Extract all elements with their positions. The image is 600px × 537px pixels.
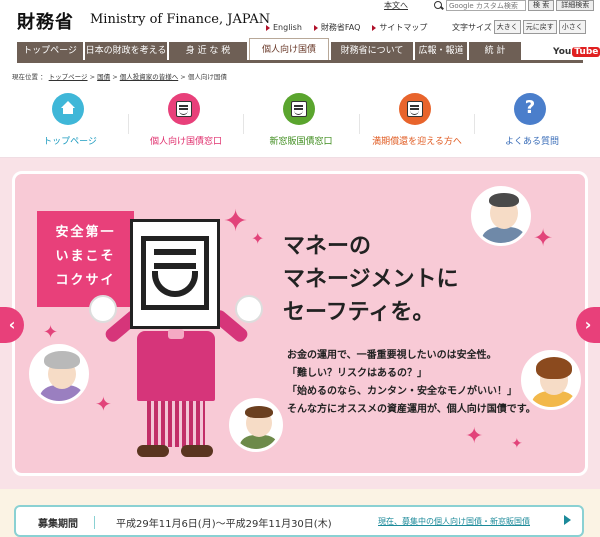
arrow-right-icon (372, 24, 377, 31)
site-header: 財務省 Ministry of Finance, JAPAN 本文へ 検 索 詳… (0, 0, 600, 42)
font-size-small-button[interactable]: 小さく (558, 20, 586, 34)
breadcrumb-current: 個人向け国債 (187, 73, 227, 81)
home-icon (52, 93, 84, 125)
gnav-item-tax[interactable]: 身 近 な 税 (169, 42, 247, 60)
sparkle-icon: ✦ (43, 322, 59, 343)
sparkle-icon: ✦ (95, 392, 112, 416)
mascot-face-icon (283, 93, 315, 125)
search-icon (434, 0, 444, 11)
english-link[interactable]: English (266, 22, 302, 33)
arrow-right-icon[interactable] (564, 515, 571, 525)
current-offerings-link[interactable]: 現在、募集中の個人向け国債・新窓販国債 (378, 516, 530, 527)
hero-body-text: お金の運用で、一番重要視したいのは安全性。 「難しい？リスクはあるの？」 「始め… (287, 350, 536, 415)
hero-banner[interactable]: 安全第一 いまこそ コクサイ ✦ ✦ ✦ ✦ ✦ ✦ ✦ マネーの マネージメン… (12, 171, 588, 476)
font-size-controls: 文字サイズ 大きく 元に戻す 小さく (452, 20, 586, 34)
global-nav: トップページ 日本の財政を考える 身 近 な 税 個人向け国債 財務省について … (17, 38, 521, 60)
period-separator (94, 516, 95, 529)
skip-to-content-link[interactable]: 本文へ (384, 0, 408, 11)
site-logo-english[interactable]: Ministry of Finance, JAPAN (90, 12, 270, 27)
breadcrumb-item[interactable]: トップページ (49, 73, 88, 81)
sparkle-icon: ✦ (465, 424, 484, 449)
man-glasses-illustration (471, 186, 531, 246)
category-item-new-jgb[interactable]: 新窓販国債窓口 (243, 86, 359, 156)
breadcrumb-prefix: 現在位置 ： (12, 73, 47, 81)
gnav-underline (17, 60, 583, 63)
breadcrumb-item[interactable]: 個人投資家の皆様へ (120, 73, 179, 81)
gnav-item-jgb[interactable]: 個人向け国債 (249, 38, 329, 60)
sparkle-icon: ✦ (533, 224, 554, 252)
advanced-search-link[interactable]: 詳細検索 (556, 0, 595, 11)
sparkle-icon: ✦ (511, 436, 523, 452)
young-man-illustration (229, 398, 283, 452)
hero-headline: マネーの マネージメントに セーフティを。 (283, 234, 459, 325)
mascot-face-icon (168, 93, 200, 125)
breadcrumb: 現在位置 ： トップページ > 国債 > 個人投資家の皆様へ > 個人向け国債 (12, 73, 227, 81)
category-item-top[interactable]: トップページ (12, 86, 128, 156)
gnav-item-top[interactable]: トップページ (17, 42, 83, 60)
period-dates: 平成29年11月6日(月)〜平成29年11月30日(木) (116, 519, 332, 530)
gnav-item-stats[interactable]: 統 計 (469, 42, 521, 60)
grandmother-illustration (29, 344, 89, 404)
arrow-right-icon (266, 24, 270, 31)
site-logo[interactable]: 財務省 (17, 8, 74, 34)
mascot-face-icon (399, 93, 431, 125)
utility-links: English 財務省FAQ サイトマップ (266, 22, 427, 33)
category-item-faq[interactable]: ? よくある質問 (474, 86, 590, 156)
question-icon: ? (514, 93, 546, 125)
search-button[interactable]: 検 索 (528, 0, 555, 11)
search-area: 検 索 詳細検索 (434, 0, 595, 11)
gnav-item-pr[interactable]: 広報・報道 (415, 42, 467, 60)
category-menu: トップページ 個人向け国債窓口 新窓販国債窓口 満期償還を迎える方へ ? よくあ… (0, 86, 600, 158)
category-item-maturity[interactable]: 満期償還を迎える方へ (359, 86, 475, 156)
period-label: 募集期間 (38, 519, 78, 530)
sparkle-icon: ✦ (223, 204, 249, 239)
youtube-icon[interactable]: You Tube (553, 44, 600, 59)
font-size-reset-button[interactable]: 元に戻す (522, 20, 557, 34)
gnav-item-finance[interactable]: 日本の財政を考える (85, 42, 167, 60)
search-input[interactable] (446, 0, 526, 11)
sitemap-link[interactable]: サイトマップ (372, 22, 427, 33)
young-woman-illustration (521, 350, 581, 410)
category-item-jgb[interactable]: 個人向け国債窓口 (128, 86, 244, 156)
breadcrumb-item[interactable]: 国債 (97, 73, 110, 81)
font-size-label: 文字サイズ (452, 22, 492, 32)
gnav-item-about[interactable]: 財務省について (331, 42, 413, 60)
sparkle-icon: ✦ (251, 229, 265, 248)
arrow-right-icon (313, 24, 318, 31)
application-period-bar: 募集期間 平成29年11月6日(月)〜平成29年11月30日(木) 現在、募集中… (14, 505, 584, 537)
font-size-large-button[interactable]: 大きく (493, 20, 521, 34)
faq-link[interactable]: 財務省FAQ (313, 22, 360, 33)
